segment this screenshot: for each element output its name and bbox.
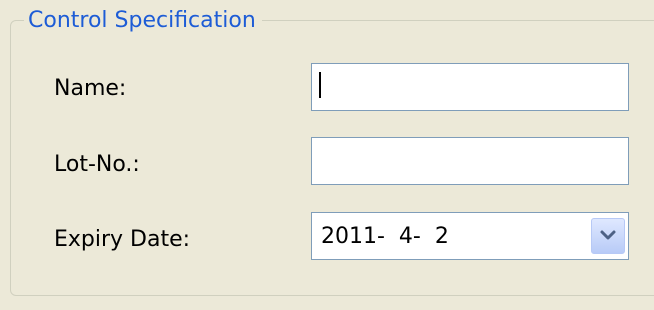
group-title: Control Specification: [24, 7, 262, 35]
name-label: Name:: [54, 76, 127, 101]
date-dropdown-button[interactable]: [591, 218, 625, 254]
lot-no-label: Lot-No.:: [54, 152, 140, 177]
chevron-down-icon: [600, 230, 616, 240]
lot-no-input[interactable]: [311, 137, 629, 185]
control-specification-dialog: Control Specification Name: Lot-No.: Exp…: [0, 0, 654, 310]
text-caret: [319, 72, 321, 98]
name-input[interactable]: [311, 63, 629, 111]
expiry-date-label: Expiry Date:: [54, 227, 191, 252]
expiry-date-value: 2011- 4- 2: [321, 224, 449, 249]
expiry-date-picker[interactable]: 2011- 4- 2: [311, 212, 629, 260]
